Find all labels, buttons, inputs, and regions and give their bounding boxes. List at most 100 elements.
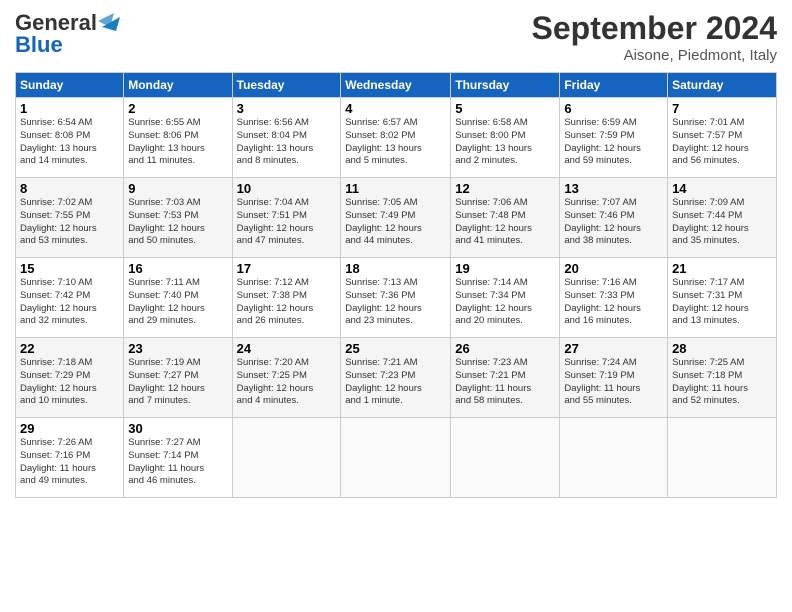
table-row: 18Sunrise: 7:13 AMSunset: 7:36 PMDayligh… [341,258,451,338]
table-row: 6Sunrise: 6:59 AMSunset: 7:59 PMDaylight… [560,98,668,178]
location: Aisone, Piedmont, Italy [532,47,777,64]
table-row: 1Sunrise: 6:54 AMSunset: 8:08 PMDaylight… [16,98,124,178]
header: General Blue September 2024 Aisone, Pied… [15,10,777,64]
day-number: 18 [345,261,446,276]
table-row [668,418,777,498]
col-saturday: Saturday [668,73,777,98]
day-number: 3 [237,101,337,116]
table-row: 30Sunrise: 7:27 AMSunset: 7:14 PMDayligh… [124,418,232,498]
table-row [451,418,560,498]
title-block: September 2024 Aisone, Piedmont, Italy [532,10,777,64]
table-row: 16Sunrise: 7:11 AMSunset: 7:40 PMDayligh… [124,258,232,338]
table-row: 20Sunrise: 7:16 AMSunset: 7:33 PMDayligh… [560,258,668,338]
day-number: 8 [20,181,119,196]
day-number: 2 [128,101,227,116]
table-row: 23Sunrise: 7:19 AMSunset: 7:27 PMDayligh… [124,338,232,418]
day-info: Sunrise: 7:12 AMSunset: 7:38 PMDaylight:… [237,277,337,328]
day-info: Sunrise: 6:55 AMSunset: 8:06 PMDaylight:… [128,117,227,168]
day-info: Sunrise: 7:11 AMSunset: 7:40 PMDaylight:… [128,277,227,328]
day-number: 7 [672,101,772,116]
day-number: 6 [564,101,663,116]
day-info: Sunrise: 7:13 AMSunset: 7:36 PMDaylight:… [345,277,446,328]
day-info: Sunrise: 7:19 AMSunset: 7:27 PMDaylight:… [128,357,227,408]
table-row: 7Sunrise: 7:01 AMSunset: 7:57 PMDaylight… [668,98,777,178]
table-row: 12Sunrise: 7:06 AMSunset: 7:48 PMDayligh… [451,178,560,258]
calendar-row: 1Sunrise: 6:54 AMSunset: 8:08 PMDaylight… [16,98,777,178]
day-info: Sunrise: 7:27 AMSunset: 7:14 PMDaylight:… [128,437,227,488]
col-wednesday: Wednesday [341,73,451,98]
day-info: Sunrise: 7:20 AMSunset: 7:25 PMDaylight:… [237,357,337,408]
day-info: Sunrise: 6:57 AMSunset: 8:02 PMDaylight:… [345,117,446,168]
calendar-row: 29Sunrise: 7:26 AMSunset: 7:16 PMDayligh… [16,418,777,498]
logo-arrow-icon [98,13,120,31]
table-row: 4Sunrise: 6:57 AMSunset: 8:02 PMDaylight… [341,98,451,178]
day-number: 5 [455,101,555,116]
day-info: Sunrise: 7:14 AMSunset: 7:34 PMDaylight:… [455,277,555,328]
header-row: Sunday Monday Tuesday Wednesday Thursday… [16,73,777,98]
col-thursday: Thursday [451,73,560,98]
table-row: 14Sunrise: 7:09 AMSunset: 7:44 PMDayligh… [668,178,777,258]
col-friday: Friday [560,73,668,98]
day-number: 15 [20,261,119,276]
calendar-row: 15Sunrise: 7:10 AMSunset: 7:42 PMDayligh… [16,258,777,338]
day-number: 29 [20,421,119,436]
day-info: Sunrise: 7:24 AMSunset: 7:19 PMDaylight:… [564,357,663,408]
table-row: 21Sunrise: 7:17 AMSunset: 7:31 PMDayligh… [668,258,777,338]
day-number: 14 [672,181,772,196]
table-row [232,418,341,498]
day-info: Sunrise: 7:07 AMSunset: 7:46 PMDaylight:… [564,197,663,248]
day-number: 19 [455,261,555,276]
day-number: 1 [20,101,119,116]
day-info: Sunrise: 7:01 AMSunset: 7:57 PMDaylight:… [672,117,772,168]
day-number: 27 [564,341,663,356]
day-number: 10 [237,181,337,196]
day-number: 26 [455,341,555,356]
day-info: Sunrise: 6:59 AMSunset: 7:59 PMDaylight:… [564,117,663,168]
calendar-row: 8Sunrise: 7:02 AMSunset: 7:55 PMDaylight… [16,178,777,258]
day-number: 13 [564,181,663,196]
day-info: Sunrise: 7:10 AMSunset: 7:42 PMDaylight:… [20,277,119,328]
day-info: Sunrise: 6:56 AMSunset: 8:04 PMDaylight:… [237,117,337,168]
day-info: Sunrise: 7:21 AMSunset: 7:23 PMDaylight:… [345,357,446,408]
day-number: 12 [455,181,555,196]
table-row: 15Sunrise: 7:10 AMSunset: 7:42 PMDayligh… [16,258,124,338]
table-row: 28Sunrise: 7:25 AMSunset: 7:18 PMDayligh… [668,338,777,418]
table-row: 8Sunrise: 7:02 AMSunset: 7:55 PMDaylight… [16,178,124,258]
day-info: Sunrise: 7:09 AMSunset: 7:44 PMDaylight:… [672,197,772,248]
day-number: 30 [128,421,227,436]
day-info: Sunrise: 6:54 AMSunset: 8:08 PMDaylight:… [20,117,119,168]
day-info: Sunrise: 7:04 AMSunset: 7:51 PMDaylight:… [237,197,337,248]
day-number: 24 [237,341,337,356]
table-row [560,418,668,498]
table-row: 11Sunrise: 7:05 AMSunset: 7:49 PMDayligh… [341,178,451,258]
table-row: 2Sunrise: 6:55 AMSunset: 8:06 PMDaylight… [124,98,232,178]
col-sunday: Sunday [16,73,124,98]
month-title: September 2024 [532,10,777,47]
table-row: 27Sunrise: 7:24 AMSunset: 7:19 PMDayligh… [560,338,668,418]
calendar-table: Sunday Monday Tuesday Wednesday Thursday… [15,72,777,498]
table-row: 5Sunrise: 6:58 AMSunset: 8:00 PMDaylight… [451,98,560,178]
table-row: 3Sunrise: 6:56 AMSunset: 8:04 PMDaylight… [232,98,341,178]
day-number: 23 [128,341,227,356]
day-info: Sunrise: 7:03 AMSunset: 7:53 PMDaylight:… [128,197,227,248]
day-info: Sunrise: 6:58 AMSunset: 8:00 PMDaylight:… [455,117,555,168]
table-row [341,418,451,498]
day-info: Sunrise: 7:23 AMSunset: 7:21 PMDaylight:… [455,357,555,408]
table-row: 10Sunrise: 7:04 AMSunset: 7:51 PMDayligh… [232,178,341,258]
day-info: Sunrise: 7:06 AMSunset: 7:48 PMDaylight:… [455,197,555,248]
table-row: 9Sunrise: 7:03 AMSunset: 7:53 PMDaylight… [124,178,232,258]
day-info: Sunrise: 7:26 AMSunset: 7:16 PMDaylight:… [20,437,119,488]
col-tuesday: Tuesday [232,73,341,98]
day-number: 28 [672,341,772,356]
table-row: 19Sunrise: 7:14 AMSunset: 7:34 PMDayligh… [451,258,560,338]
day-number: 21 [672,261,772,276]
calendar-body: 1Sunrise: 6:54 AMSunset: 8:08 PMDaylight… [16,98,777,498]
day-number: 16 [128,261,227,276]
table-row: 22Sunrise: 7:18 AMSunset: 7:29 PMDayligh… [16,338,124,418]
main-container: General Blue September 2024 Aisone, Pied… [0,0,792,508]
table-row: 25Sunrise: 7:21 AMSunset: 7:23 PMDayligh… [341,338,451,418]
day-number: 4 [345,101,446,116]
table-row: 26Sunrise: 7:23 AMSunset: 7:21 PMDayligh… [451,338,560,418]
day-info: Sunrise: 7:18 AMSunset: 7:29 PMDaylight:… [20,357,119,408]
day-info: Sunrise: 7:25 AMSunset: 7:18 PMDaylight:… [672,357,772,408]
